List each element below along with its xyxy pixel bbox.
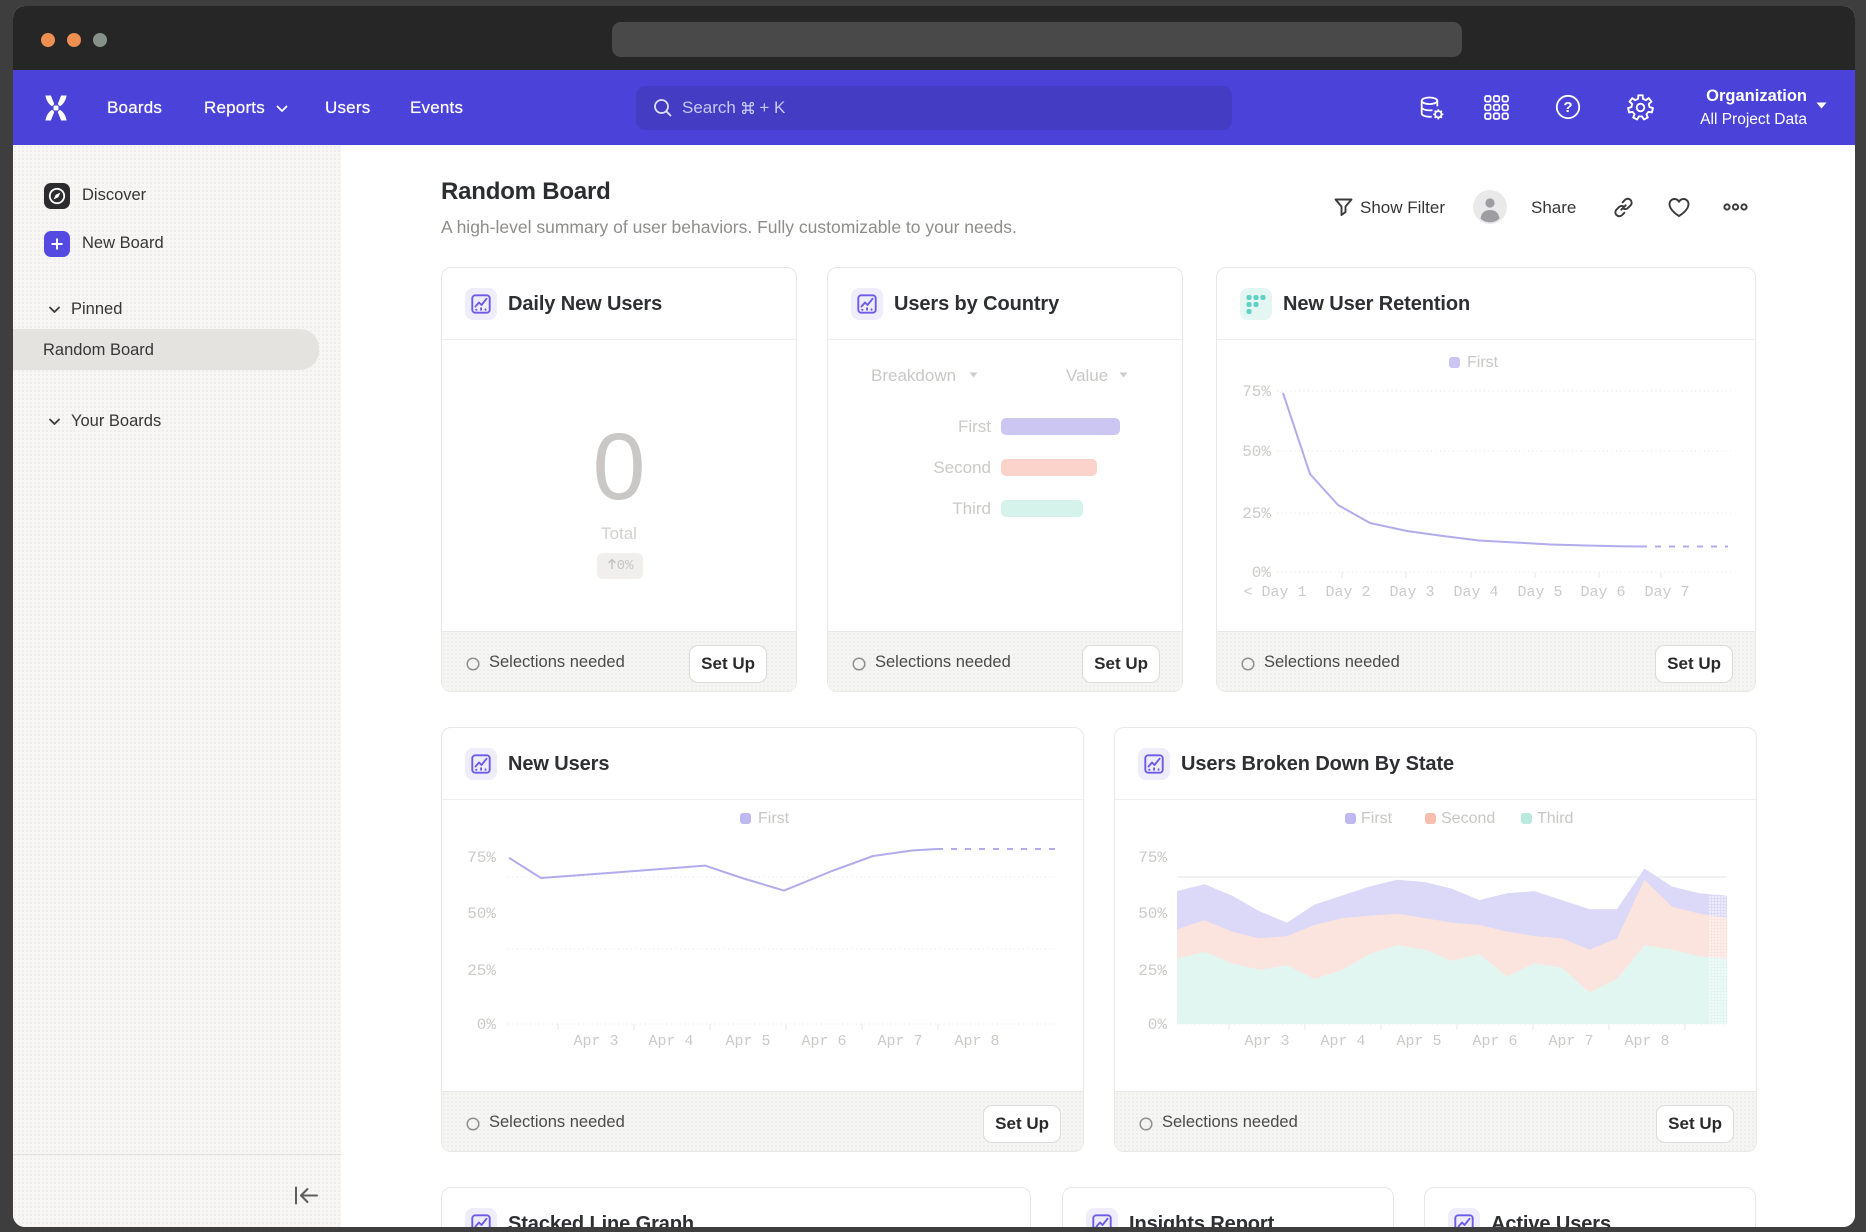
svg-text:Apr 6: Apr 6 bbox=[801, 1033, 846, 1050]
svg-text:25%: 25% bbox=[467, 962, 496, 980]
svg-text:First: First bbox=[1361, 810, 1393, 827]
svg-text:Day 2: Day 2 bbox=[1325, 584, 1370, 601]
svg-text:Third: Third bbox=[1537, 810, 1573, 827]
svg-text:Apr 4: Apr 4 bbox=[648, 1033, 693, 1050]
svg-text:Apr 6: Apr 6 bbox=[1472, 1033, 1517, 1050]
svg-text:50%: 50% bbox=[467, 905, 496, 923]
svg-text:First: First bbox=[758, 810, 790, 827]
svg-text:Apr 7: Apr 7 bbox=[877, 1033, 922, 1050]
svg-text:75%: 75% bbox=[1242, 383, 1271, 401]
svg-text:Apr 3: Apr 3 bbox=[1244, 1033, 1289, 1050]
svg-text:Apr 4: Apr 4 bbox=[1320, 1033, 1365, 1050]
svg-text:First: First bbox=[1467, 354, 1499, 371]
svg-text:Apr 8: Apr 8 bbox=[1624, 1033, 1669, 1050]
svg-text:Day 3: Day 3 bbox=[1389, 584, 1434, 601]
svg-text:Apr 3: Apr 3 bbox=[573, 1033, 618, 1050]
svg-text:25%: 25% bbox=[1242, 505, 1271, 523]
svg-text:50%: 50% bbox=[1242, 443, 1271, 461]
svg-text:Apr 7: Apr 7 bbox=[1548, 1033, 1593, 1050]
svg-text:Apr 5: Apr 5 bbox=[725, 1033, 770, 1050]
svg-text:Second: Second bbox=[1441, 810, 1495, 827]
svg-text:0%: 0% bbox=[1252, 564, 1272, 582]
svg-text:Day 6: Day 6 bbox=[1580, 584, 1625, 601]
svg-text:0%: 0% bbox=[477, 1016, 497, 1034]
svg-text:< Day 1: < Day 1 bbox=[1243, 584, 1306, 601]
svg-text:75%: 75% bbox=[1138, 849, 1167, 867]
svg-text:0%: 0% bbox=[1148, 1016, 1168, 1034]
svg-text:25%: 25% bbox=[1138, 962, 1167, 980]
svg-text:Apr 5: Apr 5 bbox=[1396, 1033, 1441, 1050]
svg-text:Day 7: Day 7 bbox=[1644, 584, 1689, 601]
svg-text:Day 4: Day 4 bbox=[1453, 584, 1498, 601]
svg-text:?: ? bbox=[1563, 99, 1572, 116]
svg-text:75%: 75% bbox=[467, 849, 496, 867]
svg-text:Day 5: Day 5 bbox=[1517, 584, 1562, 601]
svg-text:Apr 8: Apr 8 bbox=[954, 1033, 999, 1050]
svg-text:50%: 50% bbox=[1138, 905, 1167, 923]
